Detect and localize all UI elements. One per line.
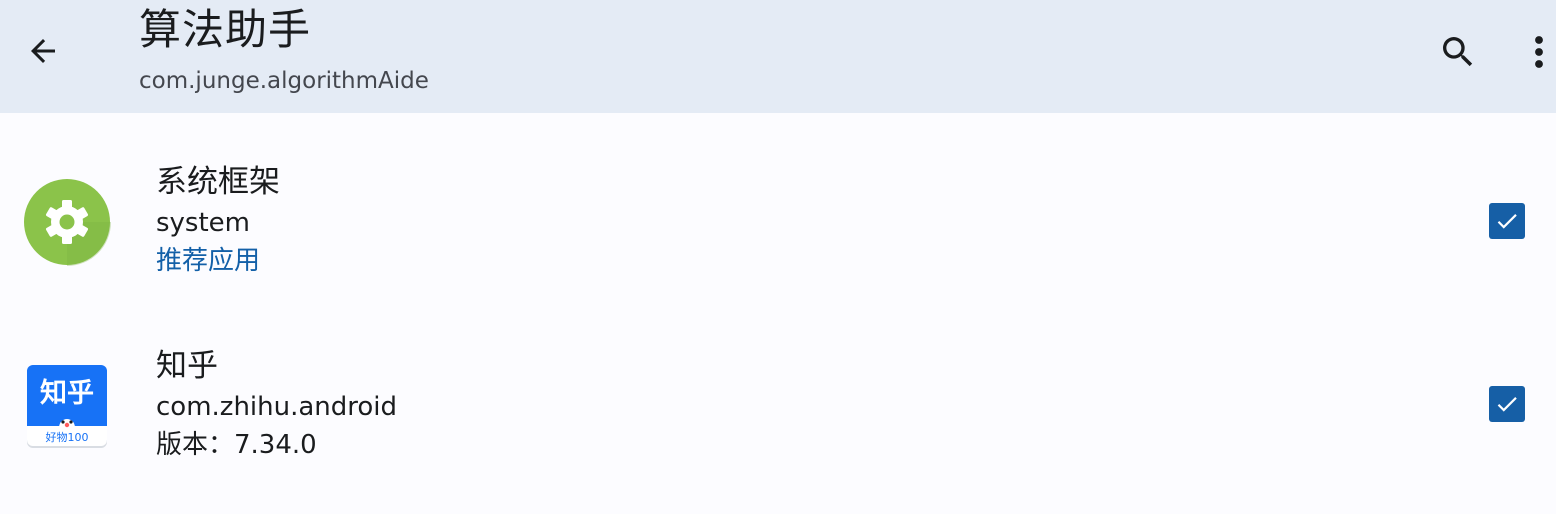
zhihu-badge-text: 好物100 <box>46 430 89 444</box>
page-title: 算法助手 <box>139 5 312 54</box>
zhihu-logo-text: 知乎 <box>40 378 94 409</box>
list-item[interactable]: 系统框架 system 推荐应用 <box>0 130 1556 312</box>
app-package: com.zhihu.android <box>156 392 398 422</box>
app-package: system <box>156 208 250 238</box>
check-icon <box>1497 397 1517 412</box>
search-button[interactable] <box>1432 26 1484 78</box>
app-version: 版本：7.34.0 <box>156 430 317 460</box>
arrow-back-icon <box>31 39 55 63</box>
page-subtitle: com.junge.algorithmAide <box>139 68 429 94</box>
app-checkbox[interactable] <box>1489 386 1525 422</box>
more-options-button[interactable] <box>1522 26 1556 78</box>
app-bar: 算法助手 com.junge.algorithmAide <box>0 0 1556 113</box>
search-icon <box>1443 37 1473 67</box>
recommended-label: 推荐应用 <box>156 246 261 276</box>
more-vert-icon <box>1535 36 1543 68</box>
app-name: 系统框架 <box>156 164 280 200</box>
app-info: 系统框架 system 推荐应用 <box>156 160 280 280</box>
app-name: 知乎 <box>156 348 218 384</box>
zhihu-logo-icon: 知乎 好物100 <box>27 365 107 448</box>
app-info: 知乎 com.zhihu.android 版本：7.34.0 <box>156 344 397 464</box>
back-button[interactable] <box>18 26 68 76</box>
app-checkbox[interactable] <box>1489 203 1525 239</box>
gear-icon <box>24 179 111 266</box>
check-icon <box>1497 214 1517 229</box>
list-item[interactable]: 知乎 好物100 知乎 com.zhihu.android 版本：7.34.0 <box>0 314 1556 496</box>
